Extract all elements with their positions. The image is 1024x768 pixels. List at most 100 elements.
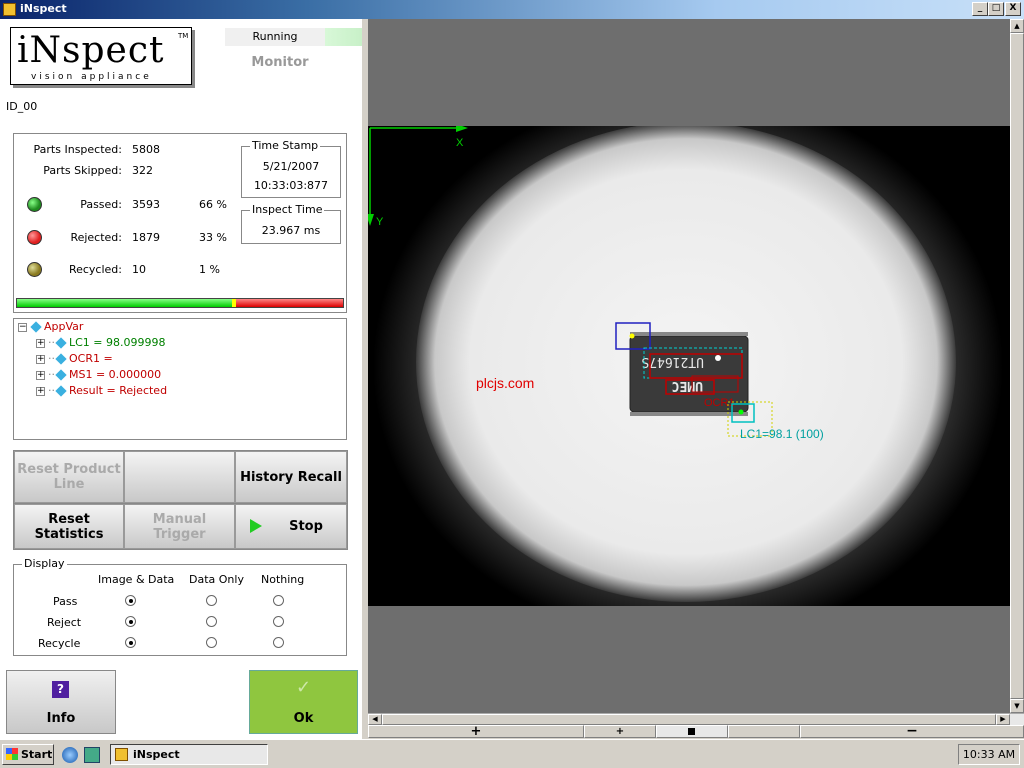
vertical-scroll-thumb[interactable]	[1010, 33, 1024, 699]
taskbar: Start iNspect 10:33 AM	[0, 739, 1024, 768]
radio-recycle-nothing[interactable]	[273, 637, 284, 648]
diamond-icon	[55, 385, 67, 397]
pass-indicator-icon	[27, 197, 42, 212]
radio-pass-nothing[interactable]	[273, 595, 284, 606]
app-icon	[3, 3, 16, 16]
inspect-logo: iNspect TM vision appliance	[10, 27, 192, 85]
radio-pass-image-data[interactable]	[125, 595, 136, 606]
radio-reject-image-data[interactable]	[125, 616, 136, 627]
radio-pass-data-only[interactable]	[206, 595, 217, 606]
expand-icon[interactable]: +	[36, 338, 45, 348]
browser-quicklaunch-icon[interactable]	[62, 747, 78, 763]
logo-main-text: iNspect	[17, 30, 165, 71]
info-label: Info	[46, 711, 76, 726]
check-icon: ✓	[295, 677, 312, 698]
radio-reject-nothing[interactable]	[273, 616, 284, 627]
inspect-time-box: Inspect Time 23.967 ms	[241, 203, 341, 244]
info-button[interactable]: ? Info	[6, 670, 116, 734]
start-label: Start	[21, 748, 53, 761]
maximize-button[interactable]: □	[988, 2, 1004, 16]
scroll-right-icon[interactable]: ▶	[996, 714, 1010, 725]
passed-label: Passed:	[80, 198, 122, 211]
watermark: plcjs.com	[476, 375, 534, 391]
tree-item[interactable]: + ·· LC1 = 98.099998	[36, 335, 166, 351]
rejected-percent: 33 %	[199, 231, 227, 244]
close-button[interactable]: X	[1005, 2, 1021, 16]
recycled-percent: 1 %	[199, 263, 220, 276]
radio-recycle-image-data[interactable]	[125, 637, 136, 648]
inspection-image[interactable]: UT21647S UMEC OCR1 LC1=98.1 (100) plcjs.…	[368, 126, 1010, 606]
taskbar-item-inspect[interactable]: iNspect	[110, 744, 268, 765]
tree-item[interactable]: + ·· Result = Rejected	[36, 383, 167, 399]
manual-trigger-button[interactable]: Manual Trigger	[124, 504, 235, 549]
tree-root-label: AppVar	[44, 320, 84, 333]
inspect-time-label: Inspect Time	[250, 203, 325, 216]
horizontal-scrollbar[interactable]: ◀ ▶	[368, 713, 1024, 725]
tree-item-label: MS1 = 0.000000	[69, 368, 162, 381]
expand-icon[interactable]: +	[36, 386, 45, 396]
minimize-button[interactable]: _	[972, 2, 988, 16]
passed-value: 3593	[132, 198, 160, 211]
recycle-indicator-icon	[27, 262, 42, 277]
ocr-tag: OCR1	[704, 397, 735, 409]
timestamp-date: 5/21/2007	[262, 160, 320, 173]
ok-label: Ok	[293, 711, 314, 726]
scroll-up-icon[interactable]: ▲	[1010, 19, 1024, 33]
recycled-label: Recycled:	[68, 263, 122, 276]
title-bar: iNspect _ □ X	[0, 0, 1024, 19]
parts-inspected-value: 5808	[132, 143, 160, 156]
row-label-recycle: Recycle	[38, 637, 81, 650]
zoom-spacer	[728, 725, 800, 738]
y-axis-label: Y	[376, 216, 384, 228]
row-label-pass: Pass	[53, 595, 78, 608]
diamond-icon	[55, 353, 67, 365]
image-viewer[interactable]: UT21647S UMEC OCR1 LC1=98.1 (100) plcjs.…	[368, 19, 1010, 713]
ok-button[interactable]: ✓ Ok	[249, 670, 358, 734]
diamond-icon	[30, 321, 42, 333]
timestamp-box: Time Stamp 5/21/2007 10:33:03:877	[241, 139, 341, 198]
start-button[interactable]: Start	[2, 744, 54, 765]
zoom-in-large-button[interactable]: +	[368, 725, 584, 738]
pass-reject-bar	[16, 298, 344, 308]
reset-product-line-button[interactable]: Reset Product Line	[14, 451, 124, 503]
vertical-scrollbar[interactable]: ▲ ▼	[1010, 19, 1024, 713]
zoom-out-button[interactable]: −	[800, 724, 1024, 738]
control-panel: iNspect TM vision appliance Running Moni…	[0, 19, 362, 739]
radio-recycle-data-only[interactable]	[206, 637, 217, 648]
tree-item[interactable]: + ·· OCR1 =	[36, 351, 113, 367]
running-status: Running	[225, 28, 325, 46]
mode-label: Monitor	[251, 55, 309, 70]
recycled-value: 10	[132, 263, 146, 276]
tree-item[interactable]: + ·· MS1 = 0.000000	[36, 367, 161, 383]
scroll-left-icon[interactable]: ◀	[368, 714, 382, 725]
reset-statistics-button[interactable]: Reset Statistics	[14, 504, 124, 549]
parts-skipped-value: 322	[132, 164, 153, 177]
passed-percent: 66 %	[199, 198, 227, 211]
chip-text-1: UT21647S	[641, 354, 704, 369]
lc-label: LC1=98.1 (100)	[740, 427, 824, 441]
timestamp-label: Time Stamp	[250, 139, 321, 152]
scroll-down-icon[interactable]: ▼	[1010, 699, 1024, 713]
zoom-in-button[interactable]: +	[584, 725, 656, 738]
collapse-icon[interactable]: −	[18, 322, 27, 332]
explorer-quicklaunch-icon[interactable]	[84, 747, 100, 763]
parts-skipped-label: Parts Skipped:	[43, 164, 122, 177]
zoom-slider[interactable]	[656, 725, 728, 738]
expand-icon[interactable]: +	[36, 370, 45, 380]
variable-tree: − AppVar + ·· LC1 = 98.099998 + ·· OCR1 = + ··…	[13, 318, 347, 440]
expand-icon[interactable]: +	[36, 354, 45, 364]
statistics-panel: Parts Inspected: 5808 Parts Skipped: 322…	[13, 133, 347, 313]
column-header: Image & Data	[98, 573, 175, 586]
radio-reject-data-only[interactable]	[206, 616, 217, 627]
history-recall-button[interactable]: History Recall	[235, 451, 347, 503]
stop-button[interactable]: Stop	[235, 504, 347, 549]
stop-button-label: Stop	[289, 519, 323, 534]
tree-item-label: OCR1 =	[69, 352, 113, 365]
inspection-image-svg: UT21647S UMEC OCR1 LC1=98.1 (100) plcjs.…	[368, 126, 1003, 606]
rejected-value: 1879	[132, 231, 160, 244]
play-icon	[250, 519, 262, 533]
zoom-slider-thumb[interactable]	[688, 728, 695, 735]
column-header: Data Only	[189, 573, 244, 586]
diamond-icon	[55, 369, 67, 381]
tree-root[interactable]: − AppVar	[18, 319, 83, 335]
